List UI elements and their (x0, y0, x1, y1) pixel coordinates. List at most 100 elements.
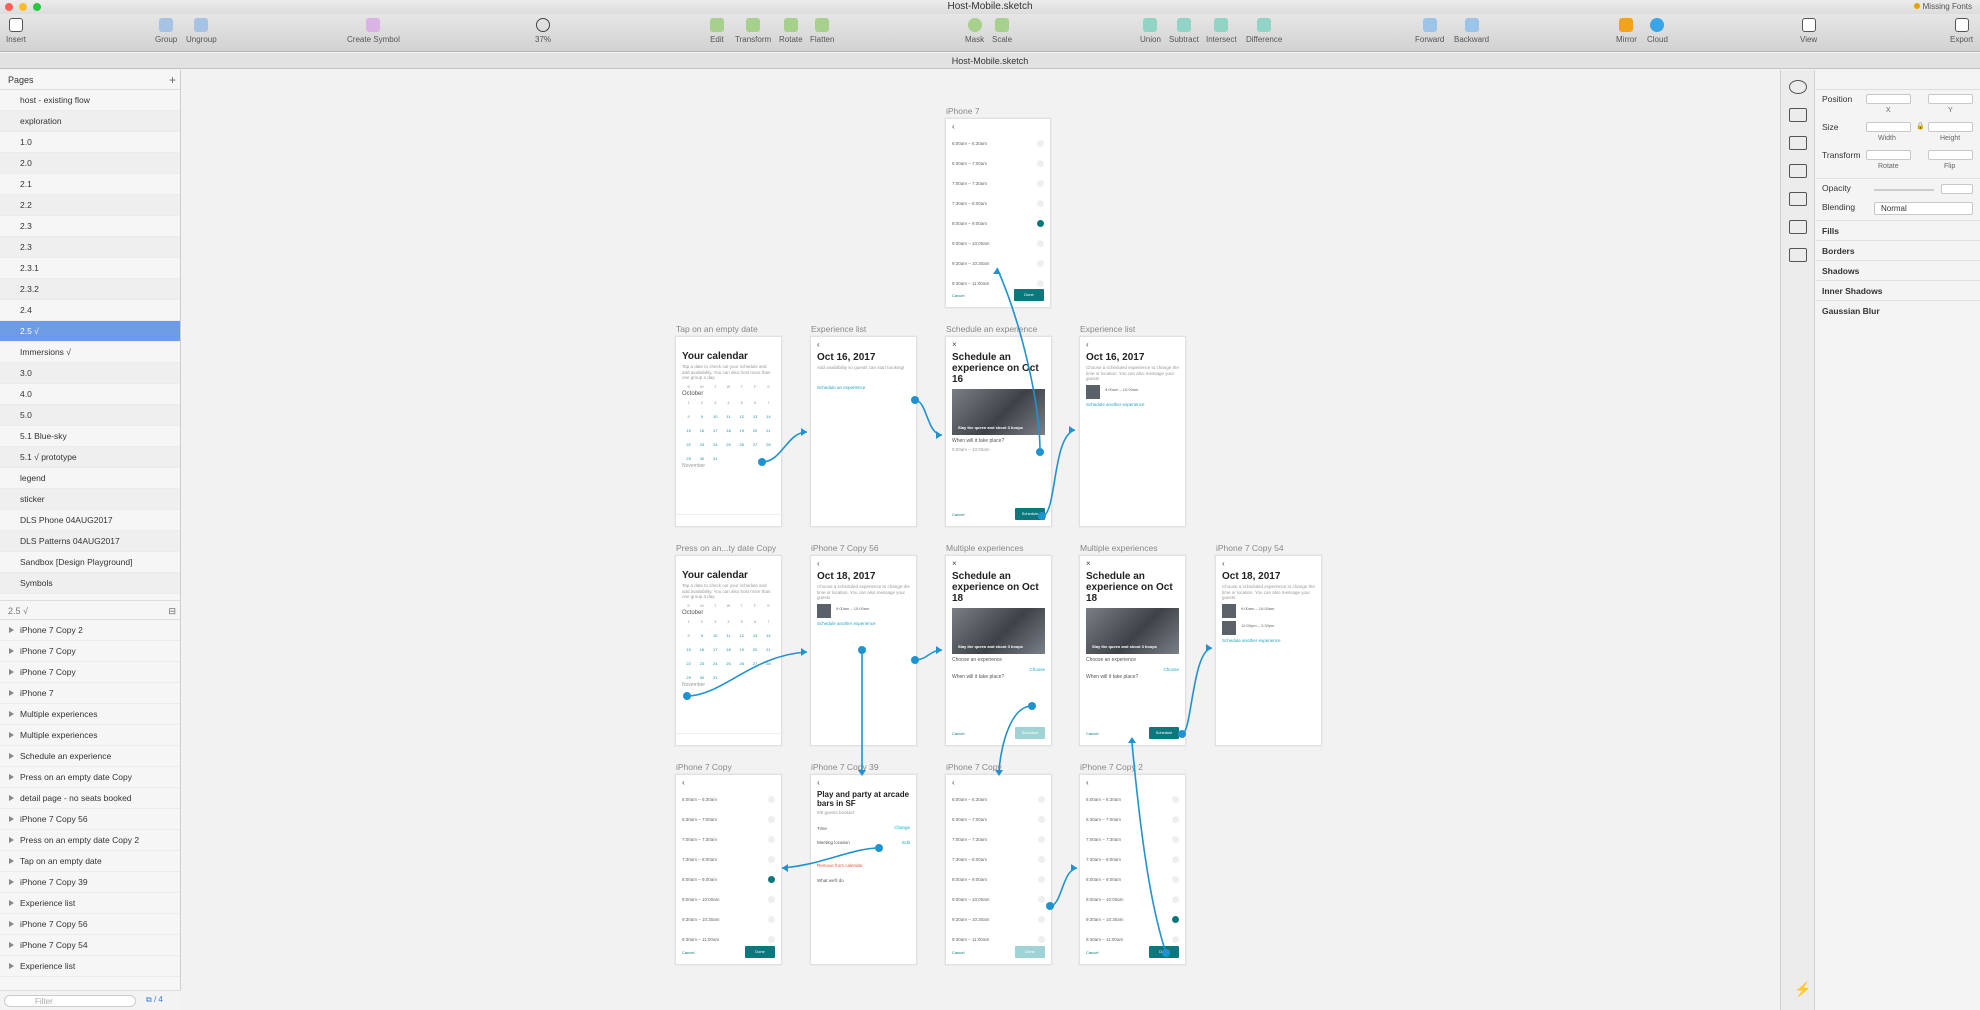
difference-button[interactable]: Difference (1246, 18, 1282, 44)
layer-item[interactable]: Experience list (0, 956, 180, 977)
insert-button[interactable]: Insert (6, 18, 26, 44)
view-button[interactable]: View (1800, 18, 1817, 44)
minimize-window-button[interactable] (19, 3, 27, 11)
intersect-button[interactable]: Intersect (1206, 18, 1237, 44)
align-toolbar[interactable] (1816, 70, 1980, 90)
mirror-button[interactable]: Mirror (1616, 18, 1637, 44)
rotate-field[interactable] (1866, 150, 1911, 160)
flow-hotspot (875, 844, 883, 852)
flow-arrowhead (936, 646, 942, 654)
page-item[interactable]: 3.0 (0, 363, 180, 384)
opacity-slider[interactable] (1874, 189, 1934, 191)
page-item[interactable]: host - existing flow (0, 90, 180, 111)
page-item[interactable]: 2.0 (0, 153, 180, 174)
document-tab[interactable]: Host-Mobile.sketch (0, 53, 1980, 69)
width-field[interactable] (1866, 122, 1911, 132)
x-field[interactable] (1866, 94, 1911, 104)
zoom-window-button[interactable] (33, 3, 41, 11)
page-item[interactable]: sticker (0, 489, 180, 510)
layer-item[interactable]: Press on an empty date Copy 2 (0, 830, 180, 851)
layer-item[interactable]: Press on an empty date Copy (0, 767, 180, 788)
height-field[interactable] (1928, 122, 1973, 132)
export-button[interactable]: Export (1950, 18, 1973, 44)
layer-item[interactable]: Multiple experiences (0, 704, 180, 725)
layer-item[interactable]: iPhone 7 Copy 39 (0, 872, 180, 893)
canvas[interactable]: iPhone 7 Tap on an empty date Experience… (182, 70, 1780, 1010)
page-item[interactable]: Sandbox [Design Playground] (0, 552, 180, 573)
page-item[interactable]: 5.0 (0, 405, 180, 426)
gaussian-blur-section[interactable]: Gaussian Blur (1816, 300, 1980, 320)
filter-input[interactable]: Filter (4, 995, 136, 1007)
layer-item[interactable]: iPhone 7 Copy 2 (0, 620, 180, 641)
page-item[interactable]: 1.0 (0, 132, 180, 153)
layer-item[interactable]: iPhone 7 Copy (0, 641, 180, 662)
layer-item[interactable]: iPhone 7 Copy 56 (0, 809, 180, 830)
inner-shadows-section[interactable]: Inner Shadows (1816, 280, 1980, 300)
forward-button[interactable]: Forward (1415, 18, 1444, 44)
image-icon[interactable] (1788, 248, 1807, 262)
page-item[interactable]: 5.1 Blue-sky (0, 426, 180, 447)
page-item[interactable]: 2.2 (0, 195, 180, 216)
page-item[interactable]: 5.1 √ prototype (0, 447, 180, 468)
layer-item[interactable]: Tap on an empty date (0, 851, 180, 872)
page-item[interactable]: Symbols (0, 573, 180, 594)
page-item[interactable]: Immersions √ (0, 342, 180, 363)
layer-item[interactable]: Experience list (0, 893, 180, 914)
ungroup-button[interactable]: Ungroup (186, 18, 217, 44)
subtract-button[interactable]: Subtract (1169, 18, 1199, 44)
close-window-button[interactable] (5, 3, 13, 11)
lightning-icon[interactable]: ⚡ (1794, 981, 1811, 998)
lock-ratio-icon[interactable]: 🔒 (1916, 122, 1925, 130)
edit-button[interactable]: Edit (710, 18, 724, 44)
page-item[interactable]: 2.3 (0, 216, 180, 237)
page-item[interactable]: DLS Phone 04AUG2017 (0, 510, 180, 531)
page-item[interactable]: 4.0 (0, 384, 180, 405)
borders-section[interactable]: Borders (1816, 240, 1980, 260)
layer-item[interactable]: detail page - no seats booked (0, 788, 180, 809)
blending-select[interactable]: Normal (1874, 202, 1973, 215)
resize-icon[interactable] (1788, 220, 1807, 234)
rotate-button[interactable]: Rotate (779, 18, 803, 44)
create-symbol-button[interactable]: Create Symbol (347, 18, 400, 44)
document-icon[interactable] (1788, 164, 1807, 178)
page-item[interactable]: DLS Patterns 04AUG2017 (0, 531, 180, 552)
layer-item[interactable]: iPhone 7 (0, 683, 180, 704)
missing-fonts-warning[interactable]: Missing Fonts (1914, 0, 1972, 14)
flow-arrowhead (993, 268, 1001, 274)
page-item[interactable]: 2.3.2 (0, 279, 180, 300)
y-field[interactable] (1928, 94, 1973, 104)
layer-item[interactable]: Schedule an experience (0, 746, 180, 767)
shadows-section[interactable]: Shadows (1816, 260, 1980, 280)
union-button[interactable]: Union (1140, 18, 1161, 44)
page-item[interactable]: 2.4 (0, 300, 180, 321)
flip-control[interactable] (1928, 150, 1973, 160)
page-item[interactable]: legend (0, 468, 180, 489)
page-item[interactable]: 2.3.1 (0, 258, 180, 279)
page-item[interactable]: 2.3 (0, 237, 180, 258)
collapse-icon[interactable]: ⊟ (168, 601, 176, 621)
transform-button[interactable]: Transform (735, 18, 771, 44)
zoom-control[interactable]: 37% (535, 18, 551, 44)
add-page-icon[interactable]: + (169, 70, 176, 90)
group-button[interactable]: Group (155, 18, 177, 44)
lock-icon[interactable] (1788, 80, 1807, 94)
scale-button[interactable]: Scale (992, 18, 1012, 44)
layer-item[interactable]: iPhone 7 Copy 56 (0, 914, 180, 935)
share-icon[interactable] (1788, 108, 1807, 122)
page-item[interactable]: 2.1 (0, 174, 180, 195)
inspector-icon-strip: ⚡ (1781, 70, 1815, 1010)
backward-button[interactable]: Backward (1454, 18, 1489, 44)
opacity-field[interactable] (1941, 184, 1973, 194)
layer-item[interactable]: Multiple experiences (0, 725, 180, 746)
cloud-button[interactable]: Cloud (1647, 18, 1668, 44)
mask-button[interactable]: Mask (965, 18, 984, 44)
layers-icon[interactable] (1788, 136, 1807, 150)
layer-item[interactable]: iPhone 7 Copy (0, 662, 180, 683)
page-item[interactable]: exploration (0, 111, 180, 132)
flatten-button[interactable]: Flatten (810, 18, 834, 44)
fills-section[interactable]: Fills (1816, 220, 1980, 240)
library-icon[interactable] (1788, 192, 1807, 206)
layer-item[interactable]: iPhone 7 Copy 54 (0, 935, 180, 956)
page-item[interactable]: 2.5 √ (0, 321, 180, 342)
ungroup-icon (194, 18, 209, 32)
